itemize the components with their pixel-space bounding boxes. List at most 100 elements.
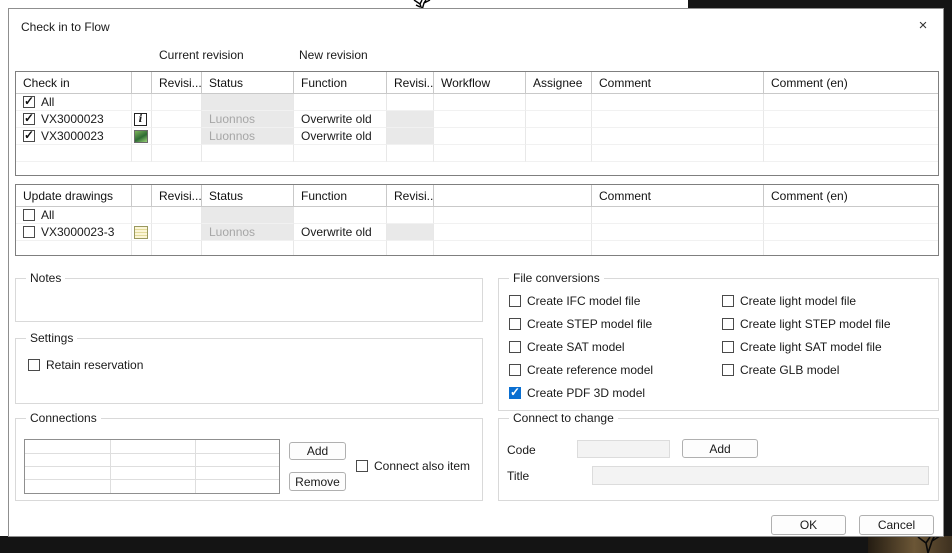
assignee-cell — [526, 128, 592, 145]
comment-en-cell — [764, 94, 938, 111]
table-row[interactable]: VX3000023 Luonnos Overwrite old — [16, 128, 938, 145]
option-label: Create GLB model — [740, 363, 839, 377]
empty-cell — [16, 241, 132, 256]
row-checkbox[interactable] — [23, 130, 35, 142]
create-ifc-checkbox[interactable] — [509, 295, 521, 307]
option-label: Create light model file — [740, 294, 856, 308]
retain-reservation-option[interactable]: Retain reservation — [28, 358, 143, 372]
column-header-function: Function — [294, 72, 387, 94]
status-value: Luonnos — [209, 225, 255, 239]
function-cell: Overwrite old — [294, 111, 387, 128]
column-header-checkin: Check in — [16, 72, 132, 94]
code-label: Code — [507, 443, 536, 457]
blank-cell — [434, 207, 592, 224]
column-header-revision: Revisi... — [152, 72, 202, 94]
status-cell: Luonnos — [202, 224, 294, 241]
dialog-title: Check in to Flow — [21, 20, 110, 34]
create-light-model-checkbox[interactable] — [722, 295, 734, 307]
column-header-function: Function — [294, 185, 387, 207]
workflow-cell — [434, 111, 526, 128]
option-label: Create light SAT model file — [740, 340, 882, 354]
column-header-assignee: Assignee — [526, 72, 592, 94]
title-label: Title — [507, 469, 529, 483]
create-step-option[interactable]: Create STEP model file — [509, 317, 652, 331]
connect-also-item-checkbox[interactable] — [356, 460, 368, 472]
cancel-button[interactable]: Cancel — [859, 515, 934, 535]
option-label: Create STEP model file — [527, 317, 652, 331]
list-gridline — [25, 453, 279, 454]
list-gridline — [25, 466, 279, 467]
comment-cell — [592, 94, 764, 111]
function-value: Overwrite old — [301, 112, 372, 126]
table-row[interactable]: VX3000023-3 Luonnos Overwrite old — [16, 224, 938, 241]
comment-en-cell — [764, 128, 938, 145]
create-sat-checkbox[interactable] — [509, 341, 521, 353]
option-label: Create PDF 3D model — [527, 386, 645, 400]
row-checkbox[interactable] — [23, 96, 35, 108]
model-thumbnail-icon[interactable] — [134, 130, 148, 143]
status-value: Luonnos — [209, 112, 255, 126]
option-label: Create reference model — [527, 363, 653, 377]
dialog-titlebar[interactable]: Check in to Flow × — [9, 9, 943, 39]
column-header-comment: Comment — [592, 72, 764, 94]
create-glb-option[interactable]: Create GLB model — [722, 363, 839, 377]
row-checkbox[interactable] — [23, 209, 35, 221]
title-input[interactable] — [592, 466, 929, 485]
close-icon[interactable]: × — [913, 16, 933, 36]
connections-list[interactable] — [24, 439, 280, 494]
checkin-to-flow-dialog: Check in to Flow × Current revision New … — [8, 8, 944, 537]
comment-en-cell — [764, 111, 938, 128]
empty-cell — [152, 145, 202, 162]
create-light-model-option[interactable]: Create light model file — [722, 294, 856, 308]
info-icon[interactable]: i — [134, 113, 147, 126]
status-cell — [202, 94, 294, 111]
workflow-cell — [434, 94, 526, 111]
table-row-all[interactable]: All — [16, 207, 938, 224]
row-checkbox[interactable] — [23, 226, 35, 238]
create-reference-option[interactable]: Create reference model — [509, 363, 653, 377]
create-reference-checkbox[interactable] — [509, 364, 521, 376]
assignee-cell — [526, 94, 592, 111]
comment-cell — [592, 128, 764, 145]
empty-cell — [592, 145, 764, 162]
create-pdf3d-checkbox[interactable] — [509, 387, 521, 399]
create-ifc-option[interactable]: Create IFC model file — [509, 294, 640, 308]
retain-reservation-checkbox[interactable] — [28, 359, 40, 371]
new-revision-label: New revision — [299, 48, 368, 62]
row-checkbox[interactable] — [23, 113, 35, 125]
drawing-thumbnail-icon[interactable] — [134, 226, 148, 239]
table-row[interactable]: VX3000023 i Luonnos Overwrite old — [16, 111, 938, 128]
row-label: VX3000023-3 — [41, 225, 114, 239]
settings-group: Settings Retain reservation — [15, 338, 483, 404]
create-glb-checkbox[interactable] — [722, 364, 734, 376]
blank-cell — [434, 224, 592, 241]
create-light-step-checkbox[interactable] — [722, 318, 734, 330]
row-label: VX3000023 — [41, 112, 104, 126]
connections-add-button[interactable]: Add — [289, 442, 346, 460]
create-light-step-option[interactable]: Create light STEP model file — [722, 317, 891, 331]
create-pdf3d-option[interactable]: Create PDF 3D model — [509, 386, 645, 400]
assignee-cell — [526, 111, 592, 128]
create-light-sat-checkbox[interactable] — [722, 341, 734, 353]
row-icon-cell — [132, 224, 152, 241]
table-row-all[interactable]: All — [16, 94, 938, 111]
code-input[interactable] — [577, 440, 670, 458]
row-label-cell: VX3000023 — [16, 128, 132, 145]
create-step-checkbox[interactable] — [509, 318, 521, 330]
connections-remove-button[interactable]: Remove — [289, 472, 346, 491]
ok-button[interactable]: OK — [771, 515, 846, 535]
create-sat-option[interactable]: Create SAT model — [509, 340, 625, 354]
column-header-revision2: Revisi... — [387, 185, 434, 207]
connect-to-change-add-button[interactable]: Add — [682, 439, 758, 458]
comment-cell — [592, 207, 764, 224]
revision2-cell — [387, 94, 434, 111]
create-light-sat-option[interactable]: Create light SAT model file — [722, 340, 882, 354]
row-label-cell: All — [16, 207, 132, 224]
file-conversions-group: File conversions Create IFC model file C… — [498, 278, 939, 411]
empty-cell — [294, 241, 387, 256]
connect-also-item-option[interactable]: Connect also item — [356, 459, 470, 473]
column-header-update-drawings: Update drawings — [16, 185, 132, 207]
current-revision-label: Current revision — [159, 48, 244, 62]
file-conversions-label: File conversions — [509, 271, 604, 285]
settings-label: Settings — [26, 331, 77, 345]
